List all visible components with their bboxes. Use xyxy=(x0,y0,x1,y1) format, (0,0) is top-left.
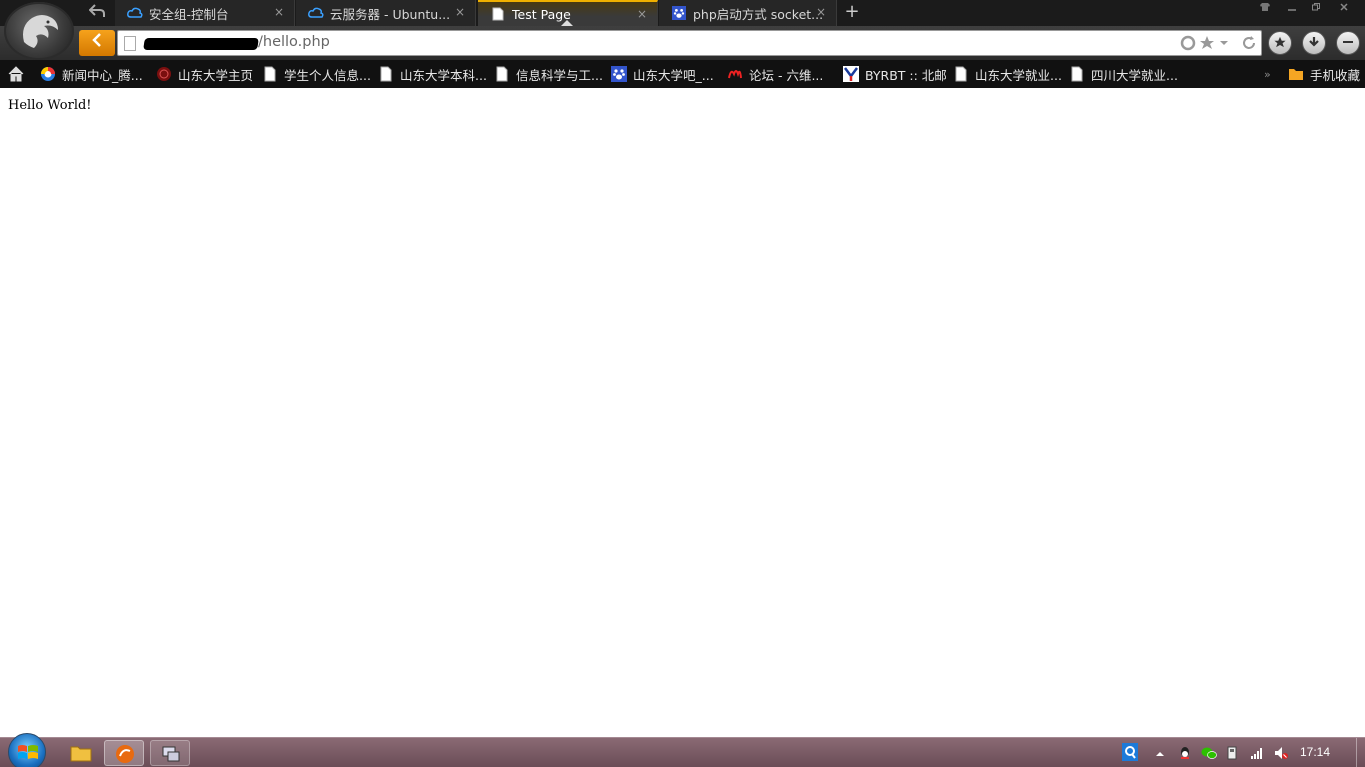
device-icon[interactable] xyxy=(1226,745,1240,760)
show-hidden-icons-icon[interactable] xyxy=(1154,745,1168,759)
tab-cloud-server[interactable]: 云服务器 - Ubuntu... × xyxy=(296,0,476,26)
bookmark-item[interactable]: 山东大学吧_... xyxy=(611,60,714,88)
bookmark-label: 新闻中心_腾... xyxy=(62,67,143,83)
bookmark-label: 四川大学就业... xyxy=(1091,67,1178,83)
tencent-news-icon xyxy=(41,67,55,81)
restore-icon[interactable] xyxy=(1306,2,1326,18)
start-button[interactable] xyxy=(8,733,46,767)
wechat-icon[interactable] xyxy=(1201,745,1217,759)
download-icon xyxy=(1309,37,1319,47)
bookmark-item[interactable]: BYRBT :: 北邮 xyxy=(843,60,947,88)
more-icon xyxy=(1343,41,1353,43)
undo-close-tab-button[interactable] xyxy=(82,2,112,24)
tab-title: 云服务器 - Ubuntu... xyxy=(330,6,451,22)
tab-close-icon[interactable]: × xyxy=(455,5,465,19)
undo-arrow-icon xyxy=(88,4,105,17)
bookmark-item[interactable]: 论坛 - 六维... xyxy=(727,60,823,88)
tab-title: Test Page xyxy=(512,6,571,22)
bookmark-label: 信息科学与工... xyxy=(516,67,603,83)
volume-muted-icon[interactable] xyxy=(1274,745,1288,759)
bookmark-item[interactable]: 四川大学就业... xyxy=(1069,60,1178,88)
page-content: Hello World! xyxy=(0,88,1365,737)
body-text: Hello World! xyxy=(8,98,92,113)
show-desktop-button[interactable] xyxy=(1356,738,1365,767)
tab-close-icon[interactable]: × xyxy=(274,5,284,19)
browser-window: 安全组-控制台 × 云服务器 - Ubuntu... × Test Page ×… xyxy=(0,0,1365,767)
bookmark-item[interactable]: 山东大学主页 xyxy=(156,60,253,88)
taskbar-explorer[interactable] xyxy=(60,740,100,766)
tab-strip: 安全组-控制台 × 云服务器 - Ubuntu... × Test Page ×… xyxy=(0,0,1365,27)
redacted-host xyxy=(143,38,259,50)
new-tab-button[interactable]: + xyxy=(842,2,862,24)
liuwei-icon xyxy=(728,70,742,79)
bookmark-item[interactable]: 山东大学就业... xyxy=(953,60,1062,88)
taskbar-browser[interactable] xyxy=(104,740,144,766)
bookmark-label: 山东大学就业... xyxy=(975,67,1062,83)
page-icon xyxy=(496,66,508,82)
tab-php-socket[interactable]: php启动方式 socket... × xyxy=(659,0,837,26)
cheetah-logo-icon xyxy=(23,15,58,48)
bookmark-item[interactable]: 学生个人信息... xyxy=(262,60,371,88)
security-ring-icon[interactable] xyxy=(1180,35,1196,55)
sdu-seal-icon xyxy=(157,67,171,81)
star-settings-icon[interactable] xyxy=(1200,35,1230,55)
tab-test-page[interactable]: Test Page × xyxy=(478,0,658,27)
network-signal-icon[interactable] xyxy=(1250,745,1264,759)
page-icon xyxy=(1071,66,1083,82)
tab-close-icon[interactable]: × xyxy=(637,7,647,21)
chevron-left-icon xyxy=(92,33,101,47)
page-icon xyxy=(124,36,136,51)
taskbar-clock[interactable]: 17:14 xyxy=(1300,745,1330,759)
home-icon[interactable] xyxy=(8,66,26,82)
navigation-bar: /hello.php xyxy=(0,26,1365,60)
tab-title: 安全组-控制台 xyxy=(149,6,229,22)
folder-icon xyxy=(70,746,92,762)
favorites-button[interactable] xyxy=(1268,31,1292,55)
mobile-bookmarks-folder[interactable]: 手机收藏 xyxy=(1288,60,1360,88)
page-icon xyxy=(955,66,967,82)
bookmarks-bar: 新闻中心_腾... 山东大学主页 学生个人信息... 山东大学本科... 信息科… xyxy=(0,60,1365,88)
star-icon xyxy=(1274,36,1286,48)
bookmark-label: 山东大学本科... xyxy=(400,67,487,83)
skin-icon[interactable] xyxy=(1255,2,1275,18)
page-icon xyxy=(492,7,504,21)
paw-icon xyxy=(672,6,686,20)
tab-title: php启动方式 socket... xyxy=(693,6,823,22)
taskbar-remote[interactable] xyxy=(150,740,190,766)
bookmark-label: 论坛 - 六维... xyxy=(749,67,824,83)
cloud-icon xyxy=(127,7,143,18)
download-button[interactable] xyxy=(1302,31,1326,55)
bookmark-label: 山东大学吧_... xyxy=(633,67,714,83)
browser-logo[interactable] xyxy=(4,2,74,60)
minimize-icon[interactable] xyxy=(1282,2,1302,18)
bookmark-label: 学生个人信息... xyxy=(284,67,371,83)
browser-app-icon xyxy=(116,745,134,763)
menu-button[interactable] xyxy=(1336,31,1360,55)
qq-icon[interactable] xyxy=(1178,745,1192,759)
windows-logo-icon xyxy=(18,745,38,759)
tab-security-group[interactable]: 安全组-控制台 × xyxy=(115,0,295,26)
bookmark-item[interactable]: 信息科学与工... xyxy=(494,60,603,88)
paw-icon xyxy=(611,66,627,82)
close-window-icon[interactable] xyxy=(1334,2,1354,18)
cloud-icon xyxy=(308,7,324,18)
address-bar[interactable]: /hello.php xyxy=(117,30,1262,56)
bookmark-overflow-button[interactable]: » xyxy=(1264,60,1271,88)
taskbar: 17:14 xyxy=(0,733,1365,767)
bookmark-label: 山东大学主页 xyxy=(178,67,254,83)
bookmark-item[interactable]: 山东大学本科... xyxy=(378,60,487,88)
remote-terminal-icon xyxy=(162,746,180,762)
back-button[interactable] xyxy=(79,30,115,56)
byrbt-icon xyxy=(843,66,859,82)
url-text: /hello.php xyxy=(258,34,330,50)
reload-icon[interactable] xyxy=(1241,35,1257,55)
bookmark-label: BYRBT :: 北邮 xyxy=(865,67,947,83)
folder-icon xyxy=(1289,69,1303,80)
bookmark-item[interactable]: 新闻中心_腾... xyxy=(40,60,143,88)
page-icon xyxy=(380,66,392,82)
page-icon xyxy=(264,66,276,82)
tab-close-icon[interactable]: × xyxy=(816,5,826,19)
qq-search-icon[interactable] xyxy=(1122,743,1138,761)
bookmark-label: 手机收藏 xyxy=(1310,67,1361,83)
